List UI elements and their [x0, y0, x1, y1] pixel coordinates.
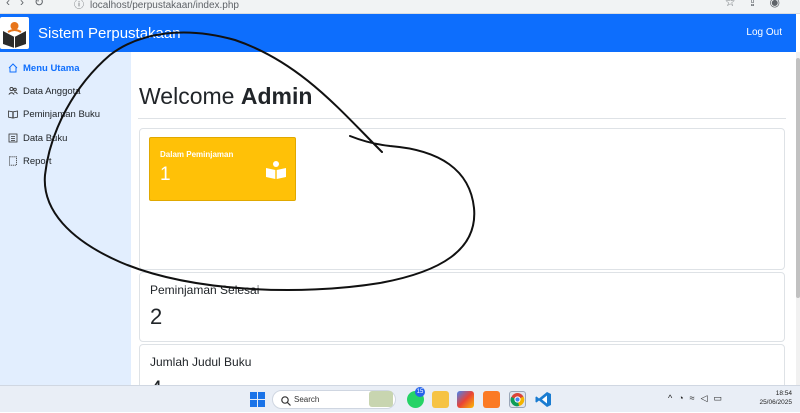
- sidebar: Menu Utama Data Anggota Peminjaman Buku …: [0, 52, 131, 385]
- search-icon: [280, 394, 292, 406]
- sidebar-item-label: Peminjaman Buku: [23, 108, 101, 120]
- sidebar-item-data-buku[interactable]: Data Buku: [8, 130, 67, 146]
- divider: [138, 118, 786, 119]
- search-label: Search: [294, 395, 320, 404]
- notification-badge: 15: [415, 387, 425, 397]
- stat-value: 2: [150, 304, 163, 329]
- browser-actions[interactable]: ☆⇪◉: [725, 0, 792, 9]
- browser-toolbar: ‹›↻ ⓘ localhost/perpustakaan/index.php ☆⇪…: [0, 0, 800, 14]
- sidebar-item-label: Data Anggota: [23, 85, 81, 97]
- sidebar-item-peminjaman-buku[interactable]: Peminjaman Buku: [8, 106, 100, 122]
- stat-value: 1: [160, 164, 171, 185]
- report-icon: [8, 156, 18, 166]
- house-icon: [8, 63, 18, 73]
- clock-date: 25/06/2025: [759, 399, 792, 406]
- sidebar-item-label: Menu Utama: [23, 62, 80, 74]
- list-icon: [8, 133, 18, 143]
- page-scrollbar[interactable]: [796, 52, 800, 385]
- top-navbar: Sistem Perpustakaan Log Out: [0, 14, 796, 52]
- os-taskbar: Search 15 ^◔≈◁▭ 18:54 25/06/2025: [0, 385, 800, 412]
- browser-nav-buttons[interactable]: ‹›↻: [6, 0, 54, 9]
- page-title: Welcome Admin: [139, 83, 313, 109]
- stat-label: Jumlah Judul Buku: [150, 355, 252, 369]
- site-info-icon[interactable]: ⓘ: [74, 0, 84, 11]
- sidebar-item-data-anggota[interactable]: Data Anggota: [8, 83, 81, 99]
- people-icon: [8, 86, 18, 96]
- sidebar-item-report[interactable]: Report: [8, 153, 52, 169]
- system-tray-icons[interactable]: ^◔≈◁▭: [668, 393, 728, 404]
- file-explorer-icon[interactable]: [432, 391, 449, 408]
- sidebar-item-label: Data Buku: [23, 132, 68, 144]
- taskbar-search[interactable]: Search: [272, 390, 396, 409]
- username: Admin: [240, 83, 313, 109]
- stat-label: Dalam Peminjaman: [160, 150, 234, 159]
- stat-card-container: Dalam Peminjaman 1: [139, 128, 785, 270]
- logout-link[interactable]: Log Out: [746, 27, 782, 38]
- windows-start-icon[interactable]: [249, 391, 266, 408]
- address-bar[interactable]: ⓘ localhost/perpustakaan/index.php: [74, 0, 239, 11]
- library-logo: [0, 17, 29, 49]
- stat-card-peminjaman-selesai[interactable]: Peminjaman Selesai 2: [139, 272, 785, 342]
- taskbar-clock[interactable]: 18:54 25/06/2025: [759, 389, 792, 407]
- reader-book-icon: [265, 160, 287, 180]
- app-title: Sistem Perpustakaan: [38, 25, 181, 42]
- search-highlight-image: [369, 391, 393, 407]
- scrollbar-thumb[interactable]: [796, 58, 800, 298]
- clock-time: 18:54: [775, 390, 792, 397]
- open-book-icon: [8, 109, 18, 119]
- sidebar-item-menu-utama[interactable]: Menu Utama: [8, 60, 79, 76]
- copilot-icon[interactable]: [457, 391, 474, 408]
- stat-label: Peminjaman Selesai: [150, 283, 260, 297]
- main-content: Welcome Admin Dalam Peminjaman 1 Peminja…: [131, 52, 796, 404]
- stat-card-dalam-peminjaman[interactable]: Dalam Peminjaman 1: [149, 137, 296, 201]
- sidebar-item-label: Report: [23, 155, 52, 167]
- xampp-icon[interactable]: [483, 391, 500, 408]
- chrome-icon[interactable]: [509, 391, 526, 408]
- vscode-icon[interactable]: [535, 391, 552, 408]
